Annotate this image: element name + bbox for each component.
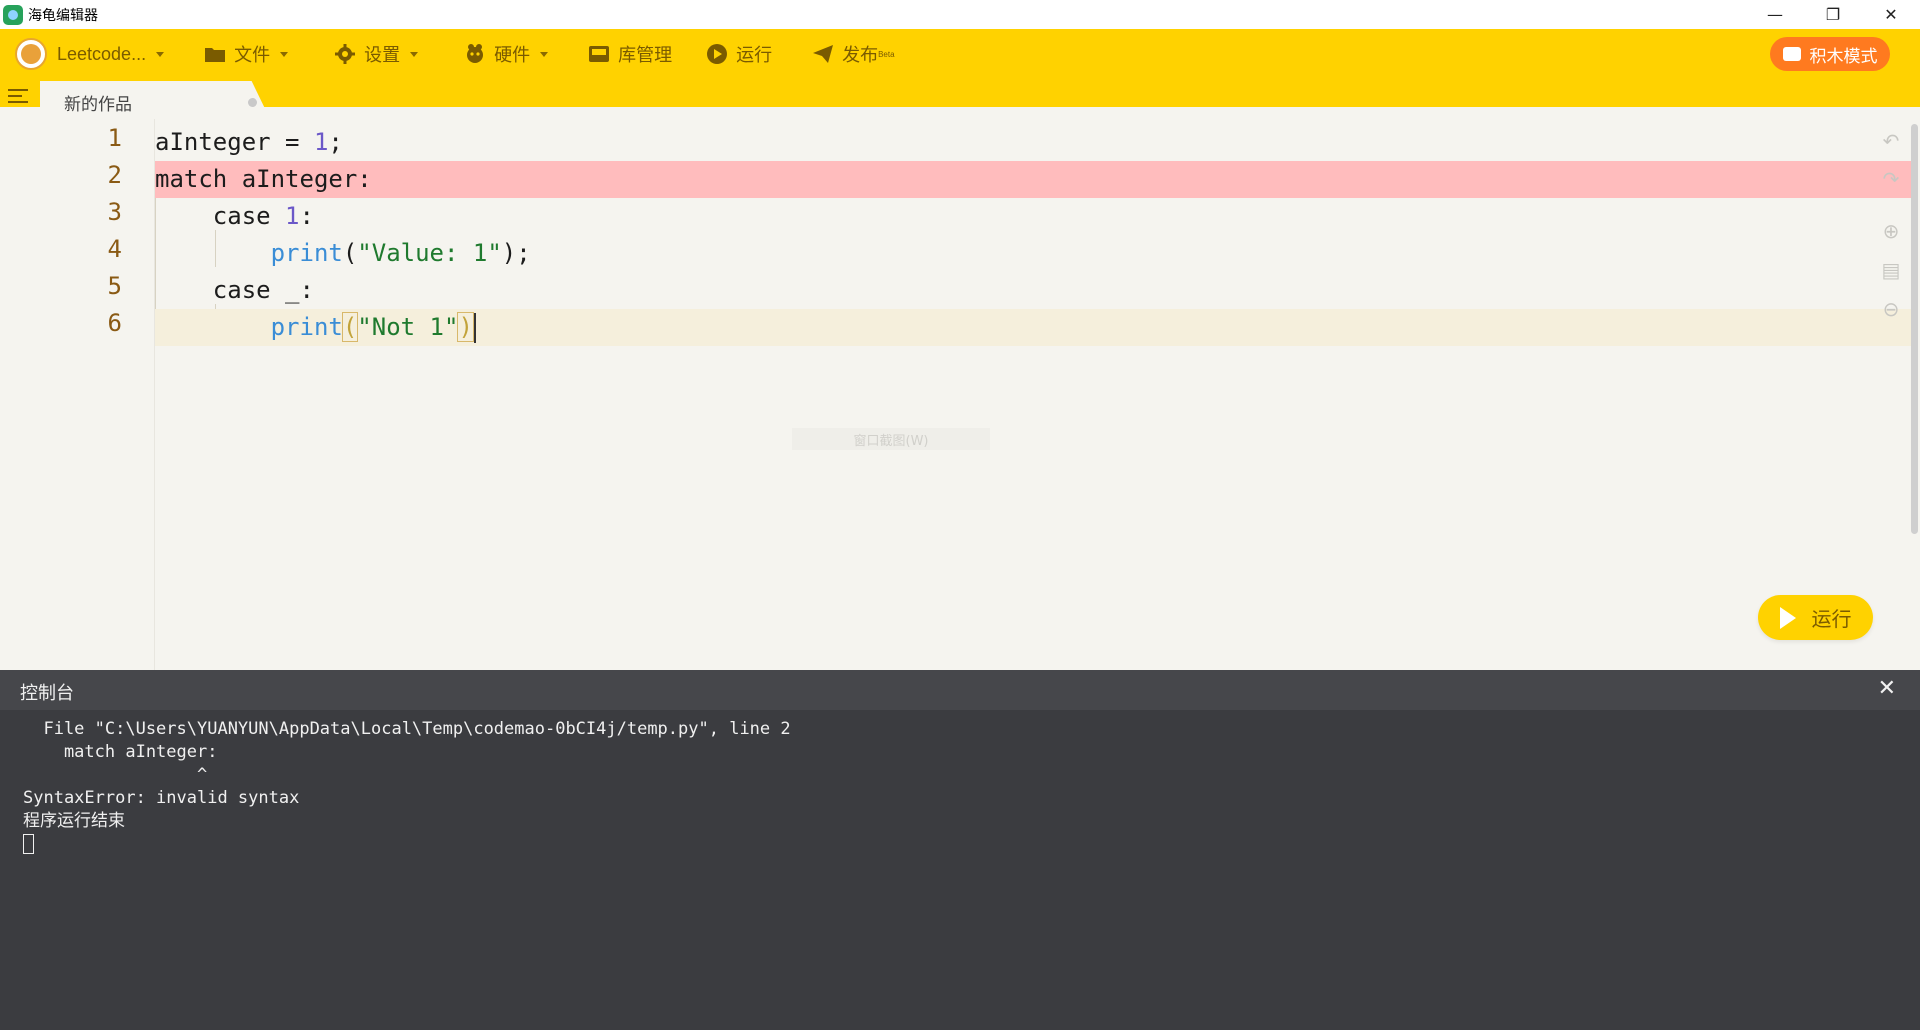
console-line: SyntaxError: invalid syntax bbox=[23, 788, 300, 808]
main-toolbar: Leetcode... 文件 设置 硬件 库管理 运行 发布 Beta 积木模式… bbox=[0, 29, 1920, 119]
code-token: aInteger = bbox=[155, 128, 314, 156]
blocks-icon bbox=[1782, 47, 1801, 61]
menu-publish[interactable]: 发布 Beta bbox=[812, 41, 895, 67]
tab-new-work[interactable]: 新的作品 bbox=[40, 81, 270, 119]
ghost-tooltip: 窗口截图(W) bbox=[792, 428, 990, 450]
line-number: 5 bbox=[107, 272, 122, 300]
block-mode-button[interactable]: 积木模式 bbox=[1770, 37, 1890, 71]
console-header: 控制台 ✕ bbox=[0, 670, 1920, 710]
zoom-in-icon[interactable]: ⊕ bbox=[1880, 219, 1902, 243]
line-number: 4 bbox=[107, 235, 122, 263]
chevron-down-icon bbox=[280, 51, 289, 57]
run-button[interactable]: 运行 bbox=[1758, 595, 1873, 640]
menu-hardware[interactable]: 硬件 bbox=[464, 41, 549, 67]
code-line[interactable]: aInteger = 1; bbox=[155, 124, 1911, 161]
menu-run-label: 运行 bbox=[736, 45, 773, 65]
project-switcher[interactable]: Leetcode... bbox=[0, 38, 165, 70]
line-number: 2 bbox=[107, 161, 122, 189]
code-token: ) bbox=[457, 312, 474, 342]
code-token: ( bbox=[341, 312, 359, 342]
chevron-down-icon bbox=[540, 51, 549, 57]
line-number-gutter: 1 2 3 4 5 6 bbox=[40, 119, 155, 670]
code-token: ); bbox=[501, 239, 531, 267]
window-title: 海龟编辑器 bbox=[28, 7, 98, 24]
code-token: ( bbox=[342, 239, 358, 267]
app-logo-icon bbox=[3, 4, 23, 25]
hardware-icon bbox=[464, 43, 486, 65]
close-window-button[interactable]: ✕ bbox=[1862, 0, 1920, 29]
font-size-icon[interactable]: ▤ bbox=[1880, 258, 1902, 282]
beta-badge: Beta bbox=[878, 49, 895, 59]
console-line: File "C:\Users\YUANYUN\AppData\Local\Tem… bbox=[23, 719, 791, 739]
menu-file-label: 文件 bbox=[234, 45, 271, 65]
menu-run[interactable]: 运行 bbox=[706, 41, 772, 67]
menu-publish-label: 发布 bbox=[842, 45, 879, 65]
menu-settings[interactable]: 设置 bbox=[334, 41, 419, 67]
console-line: ^ bbox=[23, 765, 208, 785]
menu-hardware-label: 硬件 bbox=[494, 45, 531, 65]
chevron-down-icon bbox=[156, 51, 165, 57]
code-token: : bbox=[299, 202, 314, 230]
editor-left-gutter bbox=[0, 119, 41, 670]
gear-icon bbox=[334, 43, 356, 65]
window-controls: — ❐ ✕ bbox=[1746, 0, 1920, 29]
paper-plane-icon bbox=[812, 43, 834, 65]
code-line[interactable]: print("Value: 1"); bbox=[155, 235, 1911, 272]
play-circle-icon bbox=[706, 43, 728, 65]
unsaved-dot-icon bbox=[248, 98, 257, 107]
code-editor[interactable]: aInteger = 1; match aInteger: case 1: pri… bbox=[155, 119, 1911, 670]
tab-label: 新的作品 bbox=[64, 95, 132, 115]
sidebar-toggle-icon[interactable] bbox=[8, 89, 28, 105]
restore-button[interactable]: ❐ bbox=[1804, 0, 1862, 29]
terminal-cursor bbox=[23, 834, 34, 854]
code-token: 1 bbox=[313, 128, 329, 156]
code-token: case bbox=[155, 202, 286, 230]
menu-library-label: 库管理 bbox=[618, 45, 673, 65]
code-line[interactable]: case 1: bbox=[155, 198, 1911, 235]
play-icon bbox=[1779, 606, 1796, 629]
console-output[interactable]: File "C:\Users\YUANYUN\AppData\Local\Tem… bbox=[23, 718, 791, 856]
block-mode-label: 积木模式 bbox=[1809, 46, 1878, 67]
tab-bar: 新的作品 bbox=[0, 79, 1920, 119]
line-number: 6 bbox=[107, 309, 122, 337]
code-token: match aInteger: bbox=[155, 165, 372, 193]
run-button-label: 运行 bbox=[1811, 607, 1852, 631]
code-token: print bbox=[270, 313, 343, 341]
code-token: "Not 1" bbox=[357, 313, 459, 341]
code-token: ; bbox=[328, 128, 343, 156]
folder-icon bbox=[204, 43, 226, 65]
line-number: 1 bbox=[107, 124, 122, 152]
close-console-icon[interactable]: ✕ bbox=[1878, 676, 1896, 701]
code-token: case _: bbox=[155, 276, 314, 304]
console-line: match aInteger: bbox=[23, 742, 218, 762]
console-line: 程序运行结束 bbox=[23, 811, 125, 831]
console-title: 控制台 bbox=[20, 683, 74, 704]
code-line[interactable]: print("Not 1") bbox=[155, 309, 1911, 346]
text-cursor bbox=[473, 313, 476, 343]
chevron-down-icon bbox=[410, 51, 419, 57]
menu-file[interactable]: 文件 bbox=[204, 41, 289, 67]
editor-scrollbar[interactable] bbox=[1911, 124, 1918, 534]
menu-settings-label: 设置 bbox=[364, 45, 401, 65]
code-line[interactable]: case _: bbox=[155, 272, 1911, 309]
zoom-out-icon[interactable]: ⊖ bbox=[1880, 297, 1902, 321]
code-token: 1 bbox=[285, 202, 300, 230]
library-icon bbox=[588, 43, 610, 65]
code-token: print bbox=[270, 239, 343, 267]
project-name: Leetcode... bbox=[57, 43, 147, 64]
menu-library[interactable]: 库管理 bbox=[588, 41, 672, 67]
project-avatar bbox=[15, 38, 47, 70]
redo-icon[interactable]: ↷ bbox=[1880, 167, 1902, 191]
minimize-button[interactable]: — bbox=[1746, 0, 1804, 29]
code-token: "Value: 1" bbox=[357, 239, 502, 267]
undo-icon[interactable]: ↶ bbox=[1880, 129, 1902, 153]
code-line[interactable]: match aInteger: bbox=[155, 161, 1911, 198]
title-bar: 海龟编辑器 — ❐ ✕ bbox=[0, 0, 1920, 29]
line-number: 3 bbox=[107, 198, 122, 226]
console-panel: 控制台 ✕ File "C:\Users\YUANYUN\AppData\Loc… bbox=[0, 670, 1920, 1030]
